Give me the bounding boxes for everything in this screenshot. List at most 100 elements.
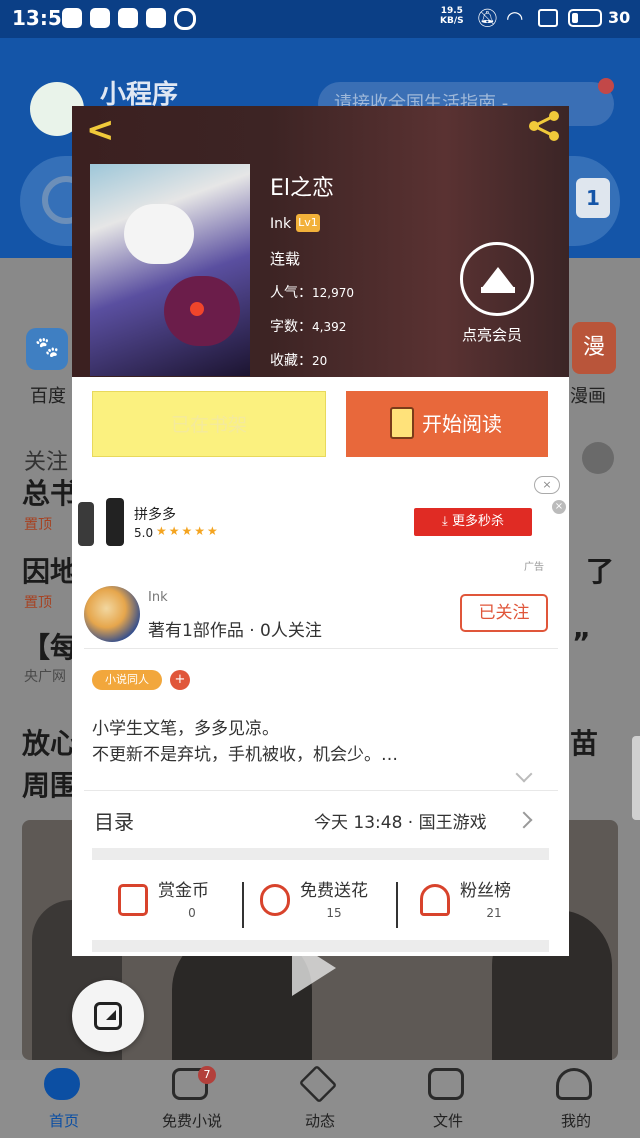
book-detail-popup: < El之恋 Ink Lv1 连载 人气：12,970 字数：4,392 收藏：… bbox=[72, 106, 569, 956]
tab-home[interactable]: 首页 bbox=[0, 1060, 128, 1138]
section-separator bbox=[92, 940, 549, 952]
share-icon[interactable] bbox=[524, 108, 564, 144]
avatar[interactable] bbox=[84, 586, 140, 642]
coin-reward-button[interactable]: 赏金币 0 bbox=[110, 872, 252, 936]
news-fragment: 苗 bbox=[570, 727, 599, 760]
window-icon bbox=[538, 9, 558, 27]
news-fragment: 了 bbox=[586, 555, 615, 588]
in-bookshelf-button[interactable]: 已在书架 bbox=[92, 391, 326, 457]
latest-chapter[interactable]: 今天 13:48 · 国王游戏 bbox=[314, 808, 487, 833]
add-tag-icon[interactable]: + bbox=[170, 670, 190, 690]
news-title[interactable]: 放心 bbox=[22, 722, 78, 762]
floating-window-button[interactable] bbox=[72, 980, 144, 1052]
weibo-notification-icon bbox=[90, 8, 110, 28]
message-notification-icon bbox=[146, 8, 166, 28]
divider bbox=[84, 648, 558, 649]
book-hero: < El之恋 Ink Lv1 连载 人气：12,970 字数：4,392 收藏：… bbox=[72, 106, 569, 377]
toc-label[interactable]: 目录 bbox=[94, 806, 134, 835]
coin-envelope-icon bbox=[118, 884, 148, 916]
menu-icon[interactable] bbox=[582, 442, 614, 474]
gift-label: 粉丝榜 bbox=[460, 881, 511, 901]
book-cover bbox=[90, 164, 250, 376]
back-chevron-icon[interactable]: < bbox=[86, 110, 115, 150]
ad-label: 广告 bbox=[524, 562, 544, 573]
start-reading-button[interactable]: 开始阅读 bbox=[346, 391, 548, 457]
tab-dynamic[interactable]: 动态 bbox=[256, 1060, 384, 1138]
tab-label: 文件 bbox=[432, 1112, 463, 1130]
cover-art bbox=[124, 204, 194, 264]
status-bar: 13:54 19.5 KB/S 🔕︎ ◠ 30 bbox=[0, 0, 640, 38]
ad-rating: 5.0 bbox=[134, 526, 154, 540]
grid-label-comic: 漫画 bbox=[570, 386, 606, 407]
divider bbox=[242, 882, 244, 928]
author-row: Ink 著有1部作品 · 0人关注 已关注 bbox=[72, 578, 569, 650]
wifi-icon: ◠ bbox=[506, 6, 524, 30]
description-line: 小学生文笔，多多见凉。 bbox=[92, 719, 279, 739]
divider bbox=[396, 882, 398, 928]
stat-favorites: 收藏：20 bbox=[270, 353, 328, 369]
ad-cta-button[interactable]: ⤓ 更多秒杀 bbox=[414, 508, 532, 536]
tab-files[interactable]: 文件 bbox=[384, 1060, 512, 1138]
comic-icon[interactable]: 漫 bbox=[572, 322, 616, 374]
ad-brand: 拼多多 bbox=[134, 507, 176, 523]
vip-label[interactable]: 点亮会员 bbox=[462, 324, 522, 345]
user-icon bbox=[556, 1068, 592, 1100]
news-title[interactable]: 总书 bbox=[22, 472, 78, 512]
cover-art bbox=[190, 302, 204, 316]
news-tag: 置顶 bbox=[24, 595, 52, 611]
grid-label-baidu: 百度 bbox=[30, 386, 66, 407]
followed-button[interactable]: 已关注 bbox=[460, 594, 548, 632]
flower-icon bbox=[260, 884, 290, 916]
star-icon bbox=[298, 1064, 338, 1104]
ad-close-icon[interactable]: × bbox=[534, 476, 560, 494]
send-flower-button[interactable]: 免费送花 15 bbox=[252, 872, 394, 936]
gift-count: 15 bbox=[326, 906, 342, 920]
tab-mine[interactable]: 我的 bbox=[512, 1060, 640, 1138]
expand-chevron-icon[interactable] bbox=[515, 765, 533, 783]
tab-label: 我的 bbox=[560, 1112, 591, 1130]
gift-label: 免费送花 bbox=[300, 881, 368, 901]
book-author[interactable]: Ink bbox=[270, 216, 291, 232]
star-rating-icon: ★★★★★ bbox=[156, 524, 220, 538]
book-title: El之恋 bbox=[270, 176, 335, 201]
network-speed: 19.5 KB/S bbox=[440, 6, 464, 26]
notification-dot bbox=[598, 78, 614, 94]
gift-count: 21 bbox=[486, 906, 502, 920]
news-fragment: ” bbox=[572, 626, 591, 659]
news-title[interactable]: 【每 bbox=[22, 626, 78, 666]
news-source: 央广网 bbox=[24, 669, 66, 685]
scroll-handle[interactable] bbox=[632, 736, 640, 820]
eye-icon bbox=[44, 1068, 80, 1100]
chevron-right-icon[interactable] bbox=[515, 811, 533, 829]
medal-icon bbox=[420, 884, 450, 916]
author-info: 著有1部作品 · 0人关注 bbox=[148, 621, 322, 641]
crown-icon[interactable] bbox=[460, 242, 534, 316]
ad-product-image bbox=[106, 498, 124, 546]
no-disturb-icon bbox=[174, 8, 196, 30]
genre-tag[interactable]: 小说同人 bbox=[92, 670, 162, 690]
search-badge: 1 bbox=[576, 178, 610, 218]
folder-download-icon bbox=[428, 1068, 464, 1100]
ad-dismiss-icon[interactable]: × bbox=[552, 500, 566, 514]
tab-free-novel[interactable]: 免费小说 bbox=[128, 1060, 256, 1138]
stat-word-count: 字数：4,392 bbox=[270, 319, 347, 335]
news-tag: 置顶 bbox=[24, 517, 52, 533]
author-name[interactable]: Ink bbox=[148, 590, 168, 605]
stat-popularity: 人气：12,970 bbox=[270, 285, 354, 301]
level-badge: Lv1 bbox=[296, 214, 320, 232]
gift-label: 赏金币 bbox=[158, 881, 209, 901]
paw-icon[interactable]: 🐾︎ bbox=[26, 328, 68, 370]
ad-banner[interactable]: × × 拼多多 5.0 ★★★★★ ⤓ 更多秒杀 广告 bbox=[72, 474, 569, 578]
section-separator bbox=[92, 848, 549, 860]
gift-count: 0 bbox=[188, 906, 196, 920]
battery-icon bbox=[568, 9, 602, 27]
ad-product-image bbox=[78, 502, 94, 546]
news-title[interactable]: 因地 bbox=[22, 550, 78, 590]
fan-ranking-button[interactable]: 粉丝榜 21 bbox=[412, 872, 554, 936]
message-notification-icon bbox=[118, 8, 138, 28]
tab-label: 动态 bbox=[304, 1112, 335, 1130]
book-status: 连载 bbox=[270, 250, 301, 268]
description-line: 不更新不是弃坑，手机被收，机会少。… bbox=[92, 745, 398, 765]
news-title[interactable]: 周围 bbox=[22, 764, 78, 804]
book-icon bbox=[390, 407, 414, 439]
